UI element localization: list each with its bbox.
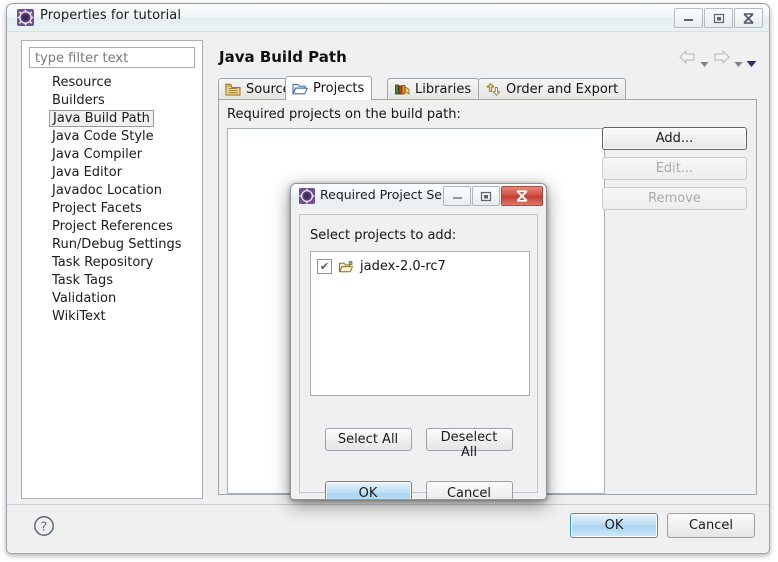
settings-tree[interactable]: Resource Builders Java Build Path Java Code…: [23, 74, 201, 497]
properties-gear-icon: [17, 9, 34, 26]
properties-dialog-window: Properties for tutorial type filter text…: [6, 3, 770, 554]
forward-history-chevron-down-icon[interactable]: [734, 53, 743, 67]
inner-dialog-buttons: OK Cancel: [300, 481, 537, 499]
window-controls: [673, 8, 763, 28]
sidebar-item-resource[interactable]: Resource: [23, 74, 201, 92]
sidebar-item-builders[interactable]: Builders: [23, 92, 201, 110]
inner-window-title: Required Project Se...: [320, 187, 454, 202]
sidebar-item-project-facets[interactable]: Project Facets: [23, 200, 201, 218]
projects-side-buttons: Add... Edit... Remove: [602, 127, 747, 217]
sidebar-item-label: Run/Debug Settings: [52, 237, 182, 252]
tab-order-and-export-label: Order and Export: [506, 82, 619, 97]
required-project-selection-dialog: Required Project Se... Select projects t…: [290, 183, 547, 500]
sidebar-item-label: WikiText: [52, 309, 106, 324]
settings-tree-pane: type filter text Resource Builders Java Bu…: [21, 40, 203, 499]
tab-libraries-label: Libraries: [415, 82, 472, 97]
sidebar-item-label: Java Editor: [52, 165, 123, 180]
inner-close-button[interactable]: [501, 186, 543, 206]
sidebar-item-wikitext[interactable]: WikiText: [23, 308, 201, 326]
desktop-background: Properties for tutorial type filter text…: [0, 0, 778, 562]
sidebar-item-run-debug-settings[interactable]: Run/Debug Settings: [23, 236, 201, 254]
remove-button: Remove: [602, 187, 747, 210]
sidebar-item-java-compiler[interactable]: Java Compiler: [23, 146, 201, 164]
page-menu-chevron-down-icon[interactable]: [746, 53, 757, 67]
sidebar-item-label: Resource: [52, 75, 112, 90]
back-history-chevron-down-icon[interactable]: [700, 53, 709, 67]
tab-libraries[interactable]: Libraries: [387, 78, 480, 100]
add-button[interactable]: Add...: [602, 127, 747, 150]
sidebar-item-javadoc-location[interactable]: Javadoc Location: [23, 182, 201, 200]
sidebar-item-label: Java Code Style: [52, 129, 154, 144]
required-projects-label: Required projects on the build path:: [227, 107, 461, 122]
books-icon: [394, 82, 410, 97]
sidebar-item-java-code-style[interactable]: Java Code Style: [23, 128, 201, 146]
list-item[interactable]: ✔ jadex-2.0-rc7: [311, 252, 529, 276]
cancel-button[interactable]: Cancel: [667, 513, 755, 538]
sidebar-item-label: Task Tags: [52, 273, 113, 288]
properties-gear-icon: [299, 188, 315, 204]
inner-dialog-body: Select projects to add: ✔ jadex-2.0-rc7 S…: [291, 208, 546, 499]
main-titlebar: Properties for tutorial: [7, 4, 769, 32]
inner-window-controls: [442, 186, 543, 206]
tab-source-label: Source: [246, 82, 291, 97]
order-arrows-icon: [485, 82, 501, 97]
minimize-button[interactable]: [674, 8, 703, 28]
inner-minimize-button[interactable]: [443, 186, 471, 206]
project-checkbox[interactable]: ✔: [317, 258, 332, 274]
tab-order-and-export[interactable]: Order and Export: [478, 78, 627, 100]
back-arrow-icon[interactable]: [678, 49, 697, 65]
inner-maximize-button[interactable]: [472, 186, 500, 206]
page-navigation: [678, 49, 757, 67]
open-folder-icon: [292, 81, 308, 96]
selection-buttons: Select All Deselect All: [300, 428, 537, 460]
page-title: Java Build Path: [219, 48, 347, 66]
source-package-icon: [225, 82, 241, 97]
inner-dialog-frame: Select projects to add: ✔ jadex-2.0-rc7 S…: [299, 214, 538, 499]
sidebar-item-java-build-path[interactable]: Java Build Path: [23, 110, 201, 128]
sidebar-item-label: Task Repository: [52, 255, 154, 270]
sidebar-item-label: Java Build Path: [49, 110, 154, 127]
forward-arrow-icon[interactable]: [712, 49, 731, 65]
maximize-button[interactable]: [704, 8, 733, 28]
inner-ok-button[interactable]: OK: [324, 481, 412, 499]
sidebar-item-label: Validation: [52, 291, 117, 306]
close-button[interactable]: [734, 8, 763, 28]
footer-buttons: OK Cancel: [570, 513, 755, 538]
inner-titlebar: Required Project Se...: [291, 184, 546, 209]
tab-projects-label: Projects: [313, 81, 365, 96]
inner-cancel-button[interactable]: Cancel: [425, 481, 513, 499]
project-name: jadex-2.0-rc7: [360, 258, 446, 274]
svg-text:?: ?: [41, 519, 48, 534]
sidebar-item-label: Project Facets: [52, 201, 142, 216]
select-all-button[interactable]: Select All: [324, 428, 412, 451]
tab-projects[interactable]: Projects: [285, 76, 373, 100]
projects-checkbox-list[interactable]: ✔ jadex-2.0-rc7: [310, 251, 530, 396]
edit-button: Edit...: [602, 157, 747, 180]
open-folder-icon: [338, 259, 354, 273]
footer-divider: [7, 504, 769, 505]
checkmark-icon: ✔: [319, 259, 330, 273]
filter-input[interactable]: type filter text: [29, 47, 195, 68]
sidebar-item-validation[interactable]: Validation: [23, 290, 201, 308]
sidebar-item-java-editor[interactable]: Java Editor: [23, 164, 201, 182]
sidebar-item-label: Java Compiler: [52, 147, 143, 162]
help-question-icon[interactable]: ?: [33, 515, 55, 537]
build-path-tabs: Source Projects Libraries Order and Expo…: [218, 76, 757, 100]
window-title: Properties for tutorial: [40, 8, 182, 23]
sidebar-item-label: Project References: [52, 219, 173, 234]
ok-button[interactable]: OK: [570, 513, 658, 538]
sidebar-item-project-references[interactable]: Project References: [23, 218, 201, 236]
select-projects-label: Select projects to add:: [310, 228, 457, 243]
deselect-all-button[interactable]: Deselect All: [425, 428, 513, 460]
sidebar-item-label: Javadoc Location: [52, 183, 162, 198]
sidebar-item-task-tags[interactable]: Task Tags: [23, 272, 201, 290]
sidebar-item-label: Builders: [52, 93, 105, 108]
sidebar-item-task-repository[interactable]: Task Repository: [23, 254, 201, 272]
